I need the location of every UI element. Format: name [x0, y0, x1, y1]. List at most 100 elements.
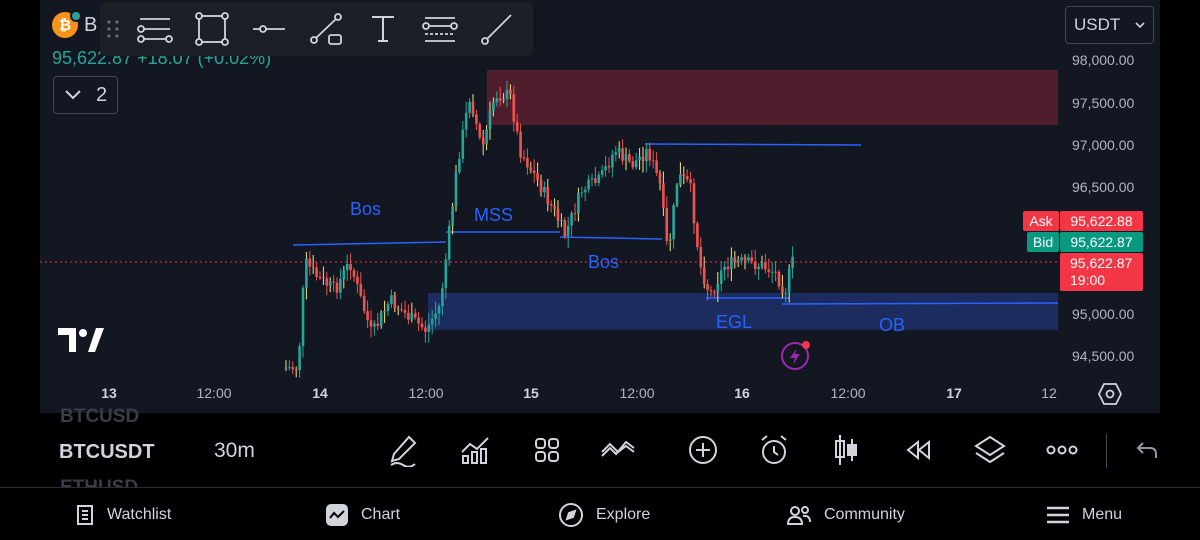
interval-selector[interactable]: 30m [214, 439, 255, 463]
drawing-pencil-icon[interactable] [385, 432, 421, 468]
candle-body [679, 174, 682, 186]
candle-body [740, 257, 743, 261]
candle-body [502, 99, 505, 101]
community-icon [786, 505, 811, 525]
candle-body [393, 295, 397, 309]
add-circle-icon[interactable] [685, 432, 721, 468]
nav-menu[interactable]: Menu [1046, 488, 1122, 540]
candle-body [621, 148, 624, 161]
ray-tool-icon[interactable] [468, 2, 525, 56]
candle-body [369, 320, 373, 327]
candle-body [345, 264, 349, 271]
drag-handle-icon[interactable] [100, 2, 126, 56]
candle-body [662, 183, 665, 208]
settings-hexagon-icon[interactable] [1098, 382, 1122, 406]
alarm-clock-icon[interactable] [756, 432, 792, 468]
time-axis-label: 17 [946, 385, 962, 401]
candle-body [747, 257, 750, 261]
trend-line-tool-icon[interactable] [126, 2, 183, 56]
alert-flash-icon[interactable] [780, 340, 812, 372]
compare-icon[interactable] [600, 432, 636, 468]
candle-body [658, 172, 662, 184]
indicators-icon[interactable] [457, 432, 493, 468]
watchlist-icon [77, 504, 93, 525]
mss-label[interactable]: MSS [474, 205, 513, 226]
candle-body [733, 257, 737, 263]
symbol-short: B [84, 13, 98, 36]
layers-icon[interactable] [972, 432, 1008, 468]
candle-body [362, 295, 366, 312]
time-axis-label: 12:00 [196, 385, 232, 401]
candle-body [577, 192, 580, 214]
candle-body [607, 166, 611, 168]
bid-price: 95,622.87 [1060, 232, 1143, 252]
egl-label[interactable]: EGL [716, 312, 752, 333]
candle-body [570, 212, 573, 226]
toolbar-divider [1106, 434, 1107, 468]
indicators-collapse-button[interactable]: 2 [53, 76, 118, 114]
currency-select[interactable]: USDT [1065, 6, 1154, 44]
candle-body [774, 271, 777, 273]
time-axis-label: 12:00 [619, 385, 655, 401]
candle-body [410, 313, 414, 320]
path-tool-icon[interactable] [297, 2, 354, 56]
candle-body [413, 313, 417, 318]
nav-label: Chart [361, 505, 401, 523]
previous-symbol[interactable]: BTCUSD [60, 406, 139, 428]
chart-type-candles-icon[interactable] [828, 432, 864, 468]
candle-body [770, 271, 774, 273]
candle-body [614, 152, 618, 155]
candle-body [488, 110, 492, 130]
candle-body [485, 129, 488, 145]
candle-body [600, 170, 604, 175]
undo-icon[interactable] [1129, 432, 1165, 468]
candle-body [696, 223, 699, 248]
fib-tool-icon[interactable] [411, 2, 468, 56]
rectangle-tool-icon[interactable] [183, 2, 240, 56]
nav-watchlist[interactable]: Watchlist [75, 488, 171, 540]
nav-community[interactable]: Community [786, 488, 905, 540]
candle-body [468, 101, 471, 113]
candle-body [611, 154, 614, 168]
candle-body [461, 129, 465, 159]
current-symbol[interactable]: BTCUSDT [59, 441, 155, 464]
candle-body [475, 114, 478, 125]
price-axis-label: 95,000.00 [1072, 306, 1135, 322]
bitcoin-icon: ₿ [52, 10, 82, 38]
bos-label[interactable]: Bos [588, 252, 619, 273]
nav-label: Menu [1082, 505, 1123, 523]
nav-explore[interactable]: Explore [558, 488, 650, 540]
ob-label[interactable]: OB [879, 315, 905, 336]
candle-body [332, 281, 335, 283]
candle-body [291, 367, 295, 370]
candle-body [580, 192, 584, 194]
nav-chart[interactable]: Chart [325, 488, 400, 540]
candle-body [573, 212, 577, 214]
candle-body [441, 288, 444, 306]
text-tool-icon[interactable] [354, 2, 411, 56]
horizontal-line-tool-icon[interactable] [240, 2, 297, 56]
more-options-icon[interactable] [1044, 432, 1080, 468]
candle-body [777, 271, 781, 287]
candle-body [342, 270, 346, 280]
candle-body [784, 292, 788, 294]
replay-rewind-icon[interactable] [900, 432, 936, 468]
price-axis-label: 98,000.00 [1072, 52, 1135, 68]
candle-body [624, 154, 628, 161]
candle-body [420, 323, 424, 328]
candle-body [403, 310, 407, 313]
time-axis-label: 12 [1041, 385, 1057, 401]
symbol-header[interactable]: ₿ B [52, 10, 98, 38]
candle-body [638, 156, 641, 161]
supply-zone [487, 70, 1058, 125]
next-symbol[interactable]: ETHUSD [60, 477, 138, 487]
layouts-grid-icon[interactable] [529, 432, 565, 468]
candle-body [672, 205, 675, 240]
bos-label[interactable]: Bos [350, 199, 381, 220]
candle-body [726, 266, 730, 270]
candle-body [787, 268, 791, 293]
candle-body [753, 261, 757, 270]
candle-body [757, 266, 760, 270]
candle-body [631, 161, 635, 168]
candle-body [522, 157, 526, 159]
